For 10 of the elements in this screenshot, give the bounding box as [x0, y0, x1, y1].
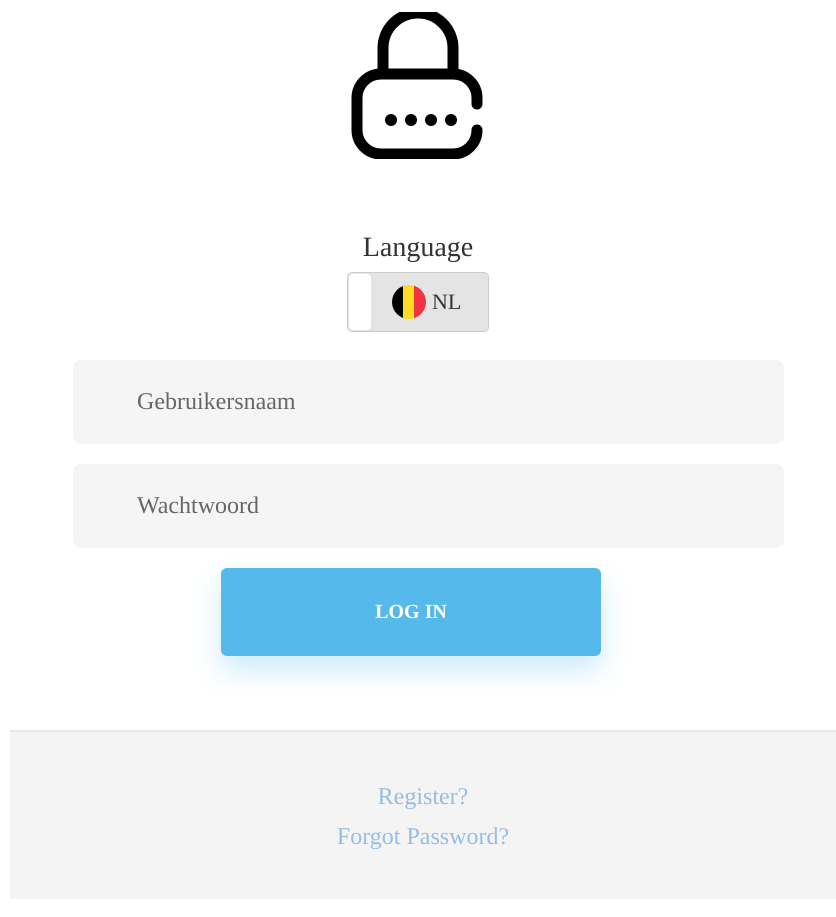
language-toggle[interactable]: NL [347, 272, 489, 332]
language-label: Language [362, 232, 474, 264]
username-field[interactable]: Gebruikersnaam [73, 360, 784, 444]
login-button[interactable]: LOG IN [221, 568, 601, 656]
password-field[interactable]: Wachtwoord [73, 464, 784, 548]
lock-icon [351, 12, 485, 159]
forgot-password-link[interactable]: Forgot Password? [336, 822, 510, 852]
language-code: NL [432, 289, 462, 315]
register-link[interactable]: Register? [378, 782, 468, 812]
belgium-flag-icon [392, 285, 426, 319]
